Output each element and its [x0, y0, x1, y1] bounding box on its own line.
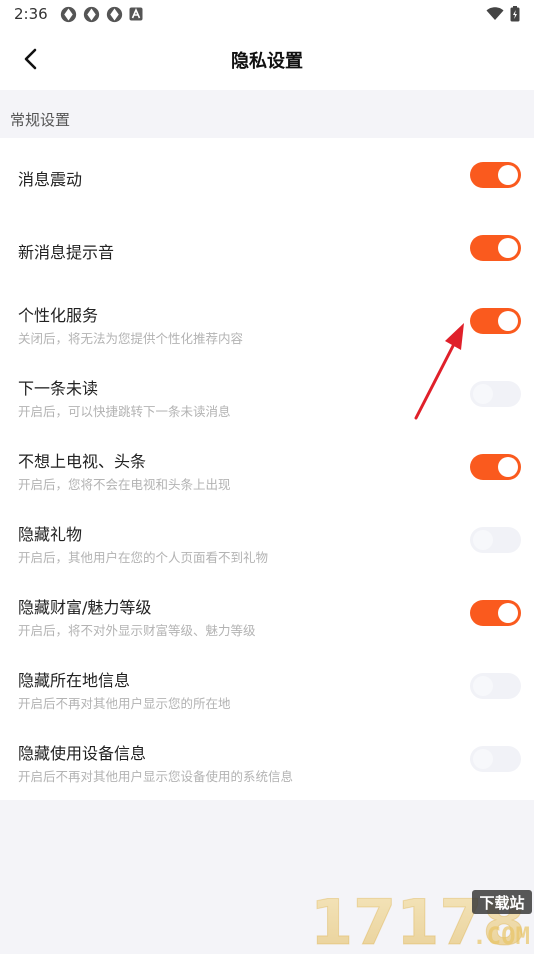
status-time: 2:36	[14, 5, 48, 23]
setting-row-next-unread: 下一条未读 开启后，可以快捷跳转下一条未读消息	[0, 357, 534, 430]
setting-description: 开启后，可以快捷跳转下一条未读消息	[18, 404, 231, 419]
setting-description: 关闭后，将无法为您提供个性化推荐内容	[18, 331, 244, 346]
setting-description: 开启后不再对其他用户显示您的所在地	[18, 696, 231, 711]
battery-icon	[510, 6, 520, 22]
app-icon	[60, 6, 76, 22]
setting-description: 开启后，您将不会在电视和头条上出现	[18, 477, 231, 492]
toggle-next-unread[interactable]	[470, 381, 521, 407]
watermark-logo: 17178 下载站 .COM	[308, 886, 534, 954]
setting-label: 不想上电视、头条	[18, 452, 147, 471]
setting-description: 开启后不再对其他用户显示您设备使用的系统信息	[18, 769, 294, 784]
setting-row-hide-device-info: 隐藏使用设备信息 开启后不再对其他用户显示您设备使用的系统信息	[0, 722, 534, 795]
setting-label: 隐藏财富/魅力等级	[18, 598, 152, 617]
toggle-new-message-sound[interactable]	[470, 235, 521, 261]
setting-label: 下一条未读	[18, 379, 99, 398]
section-header: 常规设置	[0, 90, 534, 138]
a-icon	[129, 7, 143, 21]
setting-label: 个性化服务	[18, 306, 99, 325]
app-icon	[106, 6, 122, 22]
toggle-personalized-service[interactable]	[470, 308, 521, 334]
setting-label: 隐藏礼物	[18, 525, 83, 544]
status-right-icons	[486, 6, 520, 22]
status-bar: 2:36	[0, 0, 534, 28]
toggle-hide-location[interactable]	[470, 673, 521, 699]
setting-label: 消息震动	[18, 170, 83, 189]
setting-row-personalized-service: 个性化服务 关闭后，将无法为您提供个性化推荐内容	[0, 284, 534, 357]
settings-list: 消息震动 新消息提示音 个性化服务 关闭后，将无法为您提供个性化推荐内容 下一条…	[0, 138, 534, 800]
setting-row-no-tv-headline: 不想上电视、头条 开启后，您将不会在电视和头条上出现	[0, 430, 534, 503]
watermark-label: 下载站	[479, 894, 524, 912]
setting-row-new-message-sound: 新消息提示音	[0, 211, 534, 284]
section-title: 常规设置	[10, 111, 71, 129]
setting-row-hide-wealth-level: 隐藏财富/魅力等级 开启后，将不对外显示财富等级、魅力等级	[0, 576, 534, 649]
toggle-hide-wealth-level[interactable]	[470, 600, 521, 626]
toggle-knob	[473, 384, 493, 404]
toggle-no-tv-headline[interactable]	[470, 454, 521, 480]
toggle-knob	[498, 311, 518, 331]
toggle-knob	[498, 165, 518, 185]
setting-row-message-vibration: 消息震动	[0, 138, 534, 211]
setting-row-hide-gifts: 隐藏礼物 开启后，其他用户在您的个人页面看不到礼物	[0, 503, 534, 576]
toggle-hide-device-info[interactable]	[470, 746, 521, 772]
toggle-hide-gifts[interactable]	[470, 527, 521, 553]
setting-row-hide-location: 隐藏所在地信息 开启后不再对其他用户显示您的所在地	[0, 649, 534, 722]
setting-label: 隐藏所在地信息	[18, 671, 131, 690]
setting-description: 开启后，将不对外显示财富等级、魅力等级	[18, 623, 256, 638]
watermark-domain: .COM	[472, 922, 530, 950]
app-header: 隐私设置	[0, 28, 534, 90]
wifi-icon	[486, 7, 504, 20]
setting-description: 开启后，其他用户在您的个人页面看不到礼物	[18, 550, 269, 565]
app-icon	[83, 6, 99, 22]
setting-label: 新消息提示音	[18, 243, 115, 262]
toggle-knob	[498, 603, 518, 623]
toggle-knob	[473, 676, 493, 696]
toggle-knob	[473, 749, 493, 769]
page-title: 隐私设置	[231, 51, 303, 72]
toggle-knob	[498, 457, 518, 477]
toggle-knob	[473, 530, 493, 550]
setting-label: 隐藏使用设备信息	[18, 744, 147, 763]
toggle-knob	[498, 238, 518, 258]
notification-icons	[60, 6, 143, 23]
toggle-message-vibration[interactable]	[470, 162, 521, 188]
